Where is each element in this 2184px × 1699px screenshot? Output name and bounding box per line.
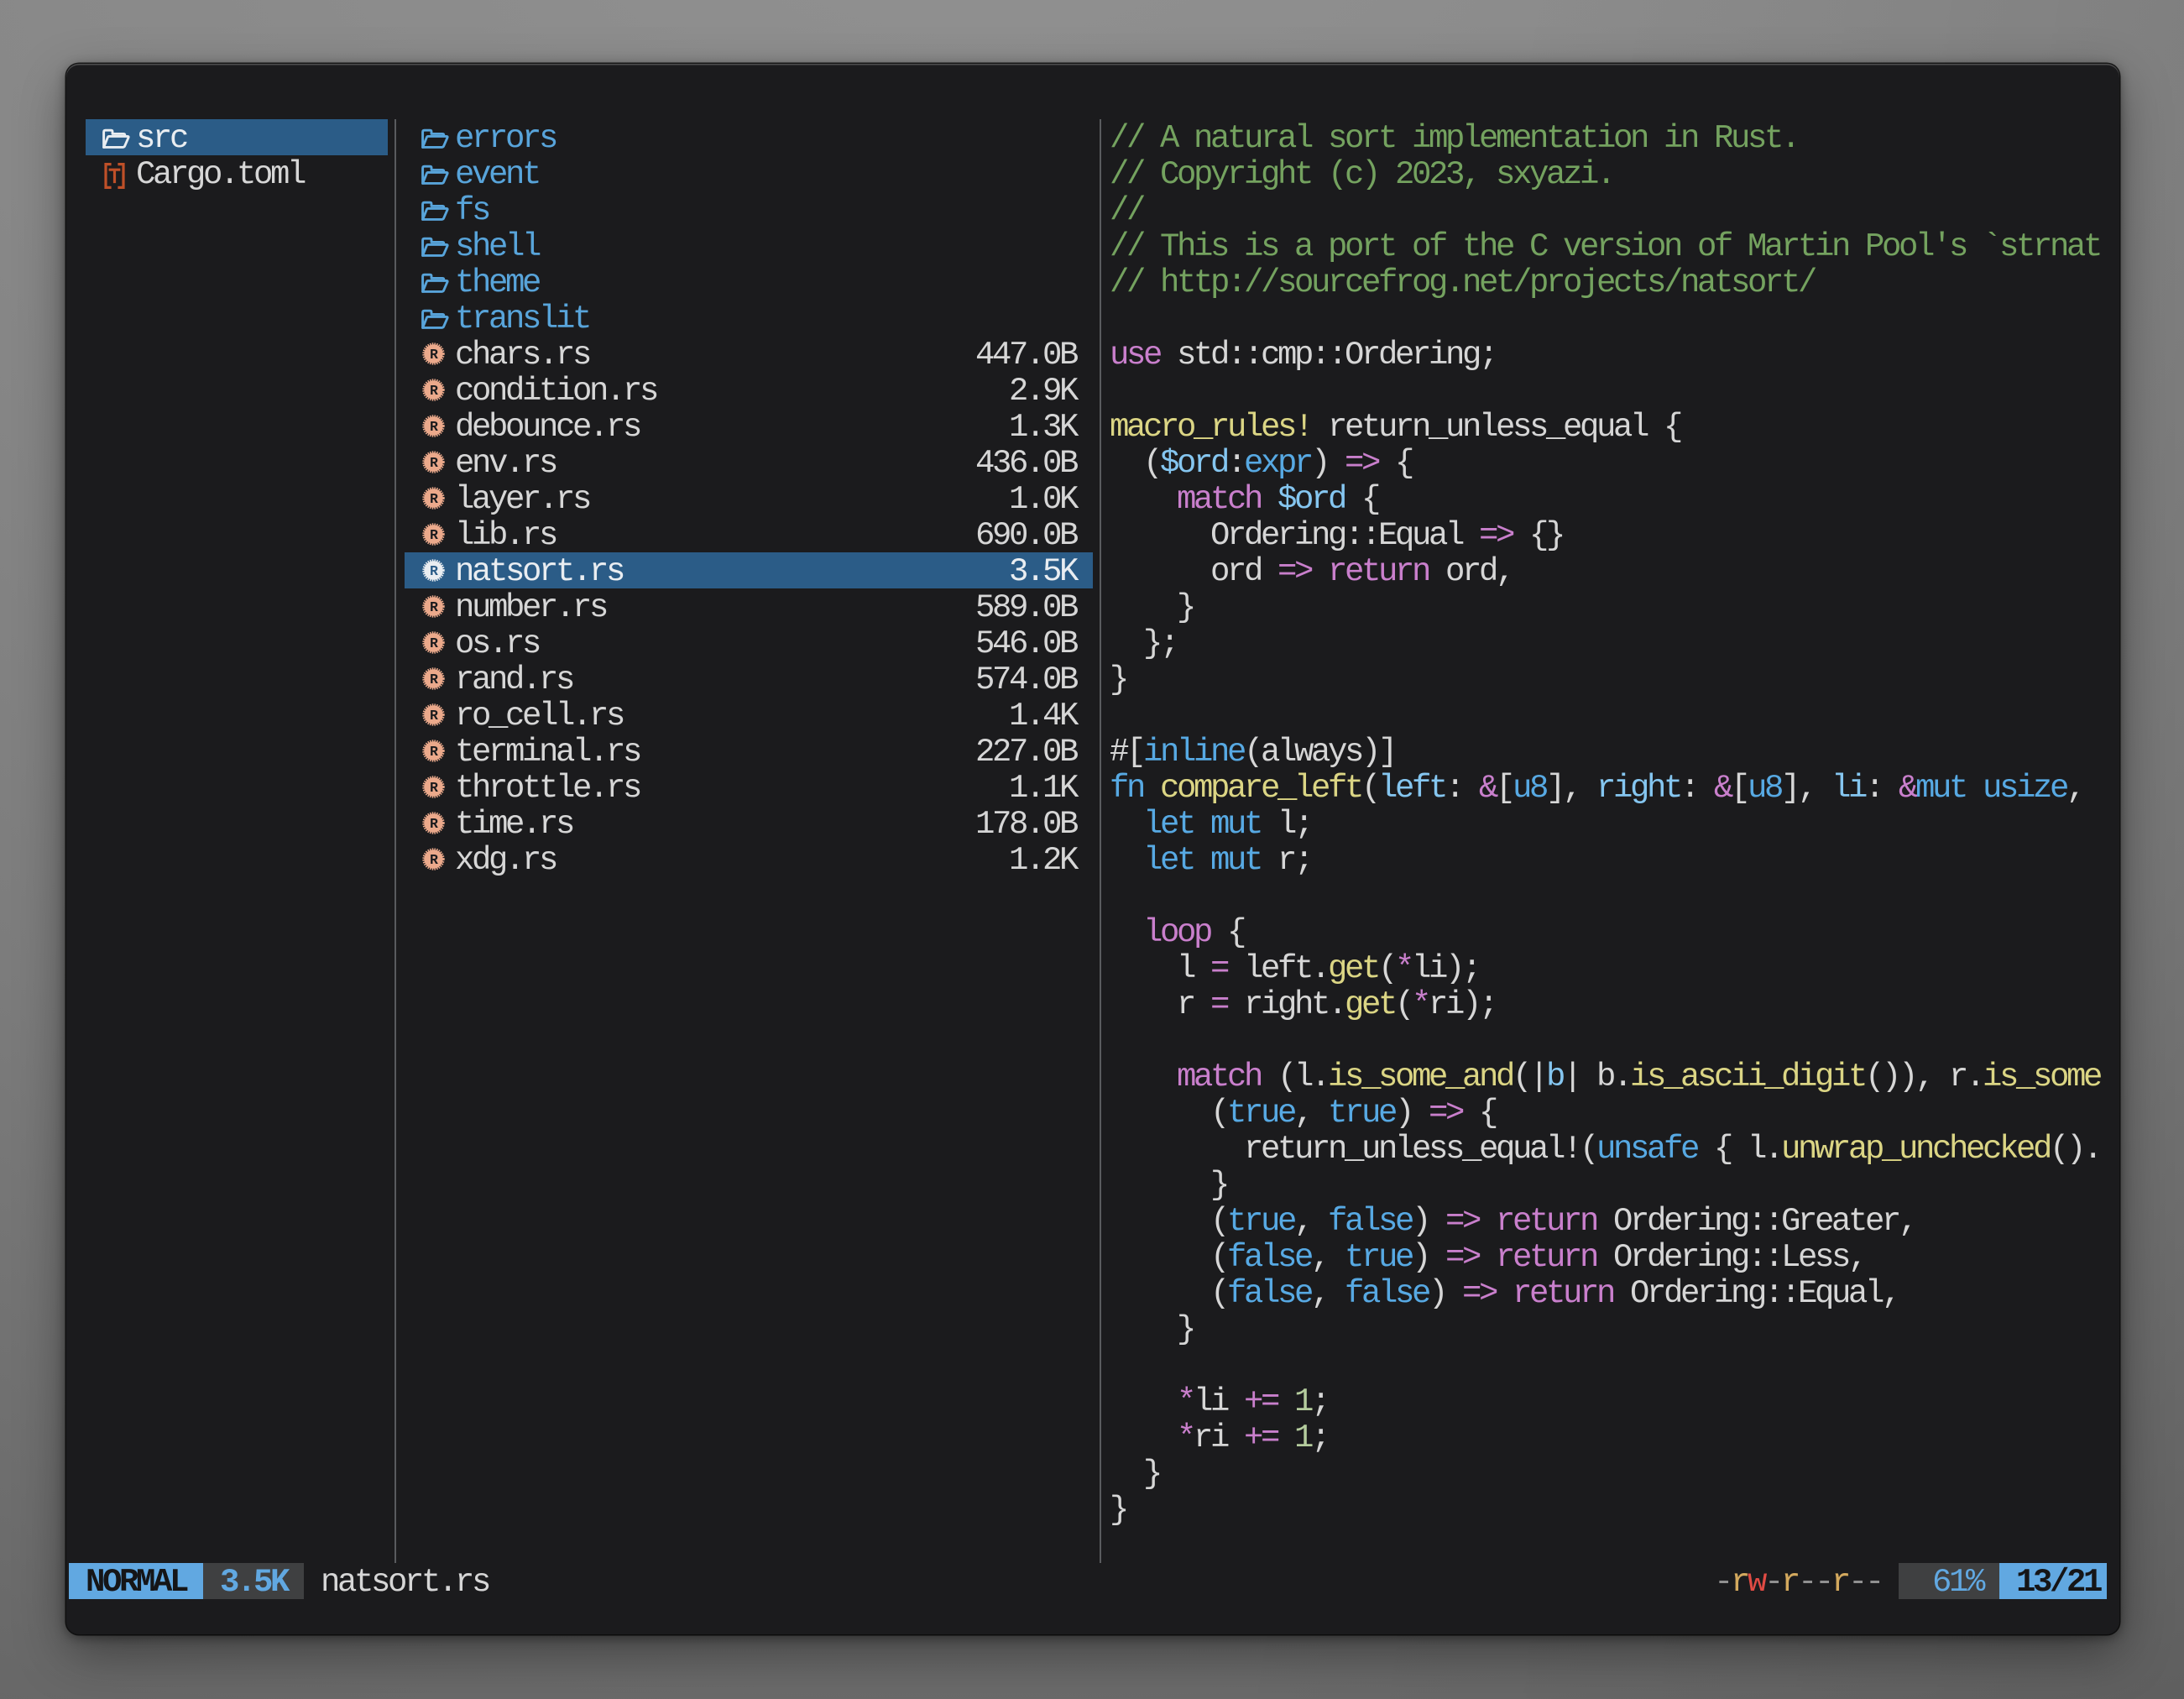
- svg-text:R: R: [430, 527, 438, 543]
- svg-text:R: R: [430, 383, 438, 399]
- svg-text:R: R: [430, 780, 438, 796]
- svg-text:R: R: [430, 599, 438, 615]
- svg-text:R: R: [430, 347, 438, 363]
- svg-text:R: R: [430, 744, 438, 760]
- svg-text:R: R: [430, 563, 438, 579]
- svg-text:R: R: [430, 635, 438, 651]
- svg-text:R: R: [430, 852, 438, 868]
- svg-text:R: R: [430, 491, 438, 507]
- svg-text:R: R: [430, 419, 438, 435]
- svg-text:R: R: [430, 816, 438, 832]
- svg-text:R: R: [430, 455, 438, 471]
- svg-text:R: R: [430, 708, 438, 724]
- svg-text:R: R: [430, 672, 438, 687]
